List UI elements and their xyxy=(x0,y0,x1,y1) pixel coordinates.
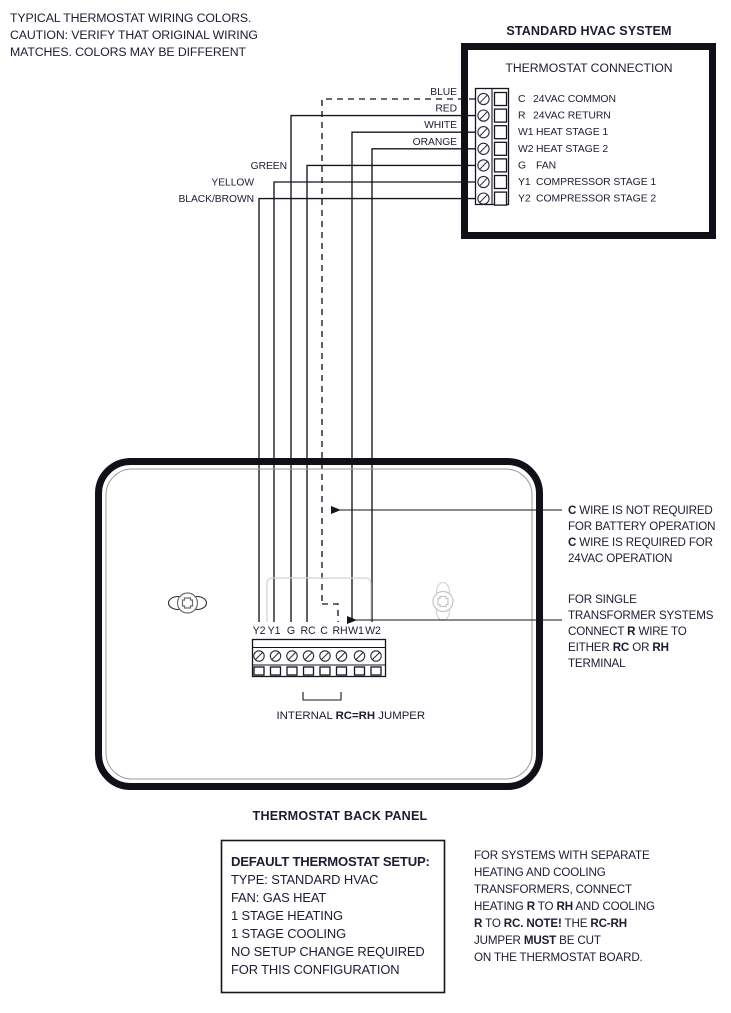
note-c-wire: C WIRE IS NOT REQUIRED FOR BATTERY OPERA… xyxy=(568,504,716,565)
setup-box-line-2: 1 STAGE HEATING xyxy=(231,908,343,923)
hvac-terminal-code-3: W2 xyxy=(518,144,534,155)
hvac-terminal-desc-4: FAN xyxy=(536,160,556,171)
setup-box-line-1: FAN: GAS HEAT xyxy=(231,890,326,905)
setup-box-line-0: TYPE: STANDARD HVAC xyxy=(231,872,378,887)
note-separate-transformer: FOR SYSTEMS WITH SEPARATE HEATING AND CO… xyxy=(474,849,655,964)
note-single-transformer-line-4: TERMINAL xyxy=(568,657,626,670)
jumper-label: INTERNAL RC=RH JUMPER xyxy=(248,710,447,722)
wire-label-yellow: YELLOW xyxy=(211,177,254,188)
wiring-colors-caption: TYPICAL THERMOSTAT WIRING COLORS. CAUTIO… xyxy=(10,11,258,59)
rc-rh-jumper-bracket: INTERNAL RC=RH JUMPER xyxy=(248,692,447,722)
wire-blue-c xyxy=(321,98,475,622)
hvac-terminal-desc-2: HEAT STAGE 1 xyxy=(536,127,608,138)
hvac-terminal-code-4: G xyxy=(518,160,526,171)
panel-terminal-label-6: W1 xyxy=(348,625,364,637)
hvac-terminal-code-2: W1 xyxy=(518,127,534,138)
wire-label-red: RED xyxy=(435,104,457,115)
hvac-terminal-desc-6: COMPRESSOR STAGE 2 xyxy=(536,194,656,205)
wire-label-orange: ORANGE xyxy=(413,137,458,148)
note-c-wire-line-2: C WIRE IS REQUIRED FOR xyxy=(568,536,713,549)
setup-box-line-4: NO SETUP CHANGE REQUIRED xyxy=(231,944,425,959)
wire-color-labels: BLUE RED WHITE ORANGE GREEN YELLOW BLACK… xyxy=(178,87,457,205)
note-single-transformer-line-1: TRANSFORMER SYSTEMS xyxy=(568,609,714,622)
wire-label-white: WHITE xyxy=(424,120,457,131)
note-separate-line-3: HEATING R TO RH AND COOLING xyxy=(474,900,655,913)
setup-box-title: DEFAULT THERMOSTAT SETUP: xyxy=(231,854,430,869)
wire-yellow-y1 xyxy=(273,181,475,622)
note-c-wire-line-0: C WIRE IS NOT REQUIRED xyxy=(568,504,713,517)
panel-terminal-label-1: Y1 xyxy=(268,625,281,637)
setup-box-line-3: 1 STAGE COOLING xyxy=(231,926,346,941)
caption-line-3: MATCHES. COLORS MAY BE DIFFERENT xyxy=(10,45,247,59)
note-c-wire-line-3: 24VAC OPERATION xyxy=(568,552,672,565)
wire-orange-w2 xyxy=(371,148,475,622)
thermostat-connection-subtitle: THERMOSTAT CONNECTION xyxy=(505,61,672,75)
hvac-terminal-strip xyxy=(474,87,510,206)
panel-terminal-label-2: G xyxy=(287,625,295,637)
back-panel-caption: THERMOSTAT BACK PANEL xyxy=(253,809,428,823)
panel-terminal-label-5: RH xyxy=(332,625,347,637)
hvac-terminal-code-6: Y2 xyxy=(518,194,531,205)
jumper-label-bold: RC=RH xyxy=(336,710,376,722)
note-separate-line-5: JUMPER MUST BE CUT xyxy=(474,934,601,947)
jumper-label-pre: INTERNAL xyxy=(276,710,335,722)
panel-terminal-label-7: W2 xyxy=(365,625,381,637)
hvac-terminal-desc-3: HEAT STAGE 2 xyxy=(536,144,608,155)
note-separate-line-4: R TO RC. NOTE! THE RC-RH xyxy=(474,917,627,930)
note-c-wire-line-1: FOR BATTERY OPERATION xyxy=(568,520,715,533)
caption-line-1: TYPICAL THERMOSTAT WIRING COLORS. xyxy=(10,11,251,25)
mounting-screw-right-icon xyxy=(432,581,454,622)
jumper-label-post: JUMPER xyxy=(375,710,425,722)
panel-terminal-label-4: C xyxy=(320,625,328,637)
back-panel-terminal-block xyxy=(251,638,387,678)
note-single-transformer-line-2: CONNECT R WIRE TO xyxy=(568,625,687,638)
caption-line-2: CAUTION: VERIFY THAT ORIGINAL WIRING xyxy=(10,28,258,42)
hvac-terminal-desc-1: 24VAC RETURN xyxy=(533,111,611,122)
setup-box-line-5: FOR THIS CONFIGURATION xyxy=(231,962,399,977)
wire-red-r xyxy=(290,114,475,622)
mounting-screw-left-icon xyxy=(167,592,208,614)
panel-terminal-label-3: RC xyxy=(300,625,316,637)
note-separate-line-2: TRANSFORMERS, CONNECT xyxy=(474,883,632,896)
wire-white-w1 xyxy=(351,131,475,622)
note-separate-line-6: ON THE THERMOSTAT BOARD. xyxy=(474,951,643,964)
wire-label-green: GREEN xyxy=(251,161,287,172)
thermostat-wiring-diagram: TYPICAL THERMOSTAT WIRING COLORS. CAUTIO… xyxy=(10,11,716,994)
wire-green-g xyxy=(306,164,475,622)
hvac-terminal-code-1: R xyxy=(518,111,526,122)
hvac-terminal-code-0: C xyxy=(518,94,526,105)
note-single-transformer-line-0: FOR SINGLE xyxy=(568,593,637,606)
note-separate-line-1: HEATING AND COOLING xyxy=(474,866,606,879)
back-panel-terminal-labels: Y2 Y1 G RC C RH W1 W2 xyxy=(253,625,382,637)
wire-label-blue: BLUE xyxy=(430,87,457,98)
wiring-diagram-canvas: TYPICAL THERMOSTAT WIRING COLORS. CAUTIO… xyxy=(0,0,731,1013)
default-setup-box: DEFAULT THERMOSTAT SETUP: TYPE: STANDARD… xyxy=(220,839,446,994)
hvac-terminal-code-5: Y1 xyxy=(518,177,531,188)
hvac-system-title: STANDARD HVAC SYSTEM xyxy=(506,24,671,38)
note-separate-line-0: FOR SYSTEMS WITH SEPARATE xyxy=(474,849,650,862)
note-single-transformer: FOR SINGLE TRANSFORMER SYSTEMS CONNECT R… xyxy=(568,593,714,670)
panel-terminal-label-0: Y2 xyxy=(253,625,266,637)
wire-label-black-brown: BLACK/BROWN xyxy=(178,194,254,205)
hvac-terminal-desc-5: COMPRESSOR STAGE 1 xyxy=(536,177,656,188)
note-single-transformer-line-3: EITHER RC OR RH xyxy=(568,641,669,654)
wire-channel-outline xyxy=(266,577,372,622)
hvac-terminal-desc-0: 24VAC COMMON xyxy=(533,94,616,105)
